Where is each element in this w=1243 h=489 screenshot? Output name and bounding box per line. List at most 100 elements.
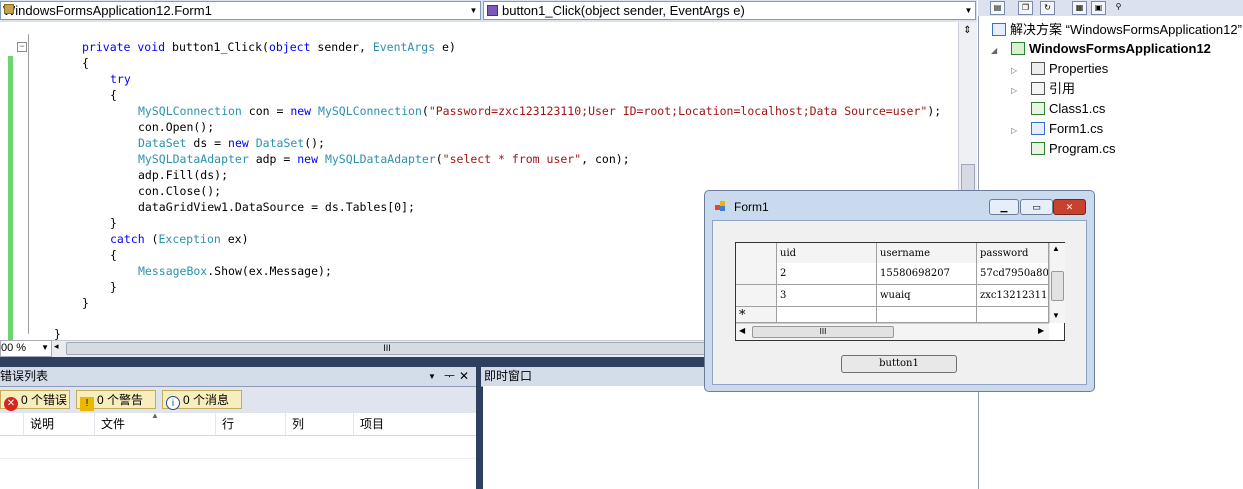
grid-cell[interactable]: 15580698207 bbox=[877, 263, 977, 285]
code-text: adp = bbox=[248, 152, 298, 166]
new-row-marker[interactable]: * bbox=[736, 307, 777, 323]
scroll-left-icon[interactable]: ◀ bbox=[739, 326, 745, 335]
collapse-icon[interactable]: − bbox=[17, 42, 27, 52]
code-text: button1_Click( bbox=[165, 40, 269, 54]
show-all-files-icon[interactable]: ❐ bbox=[1018, 1, 1033, 15]
zoom-combo[interactable]: 00 % ▼ bbox=[0, 340, 52, 357]
close-button[interactable]: ✕ bbox=[1053, 199, 1086, 215]
grid-column-header[interactable]: password bbox=[977, 243, 1049, 265]
class-diagram-icon[interactable]: ⚲ bbox=[1112, 1, 1125, 13]
split-icon[interactable]: ⇕ bbox=[961, 24, 974, 38]
scroll-down-icon[interactable]: ▼ bbox=[1052, 311, 1060, 320]
references-icon bbox=[1031, 82, 1045, 95]
grid-cell[interactable]: 57cd7950a80c bbox=[977, 263, 1049, 285]
expanded-triangle-icon[interactable]: ◢ bbox=[991, 46, 997, 55]
column-header[interactable]: 项目 bbox=[354, 413, 476, 435]
member-combo[interactable]: button1_Click(object sender, EventArgs e… bbox=[483, 1, 976, 20]
code-text: ( bbox=[421, 104, 429, 118]
code-line: { bbox=[82, 56, 89, 70]
chevron-down-icon[interactable]: ▼ bbox=[428, 367, 436, 386]
solution-label: 解决方案 “WindowsFormsApplication12” bbox=[1010, 22, 1242, 37]
column-header[interactable]: 列 bbox=[286, 413, 354, 435]
type-name: MySQLDataAdapter bbox=[138, 152, 249, 166]
column-header[interactable]: 说明 bbox=[24, 413, 95, 435]
type-name: EventArgs bbox=[372, 40, 436, 54]
csharp-file-icon bbox=[1031, 142, 1045, 155]
code-line: } bbox=[110, 216, 117, 230]
solution-item[interactable]: Class1.cs bbox=[1031, 99, 1105, 119]
chevron-down-icon[interactable]: ▼ bbox=[41, 341, 49, 355]
refresh-icon[interactable]: ↻ bbox=[1040, 1, 1055, 15]
chevron-down-icon[interactable]: ▼ bbox=[962, 2, 975, 19]
class-combo[interactable]: WindowsFormsApplication12.Form1 ▼ bbox=[0, 1, 481, 20]
project-node[interactable]: WindowsFormsApplication12 bbox=[1011, 39, 1211, 59]
solution-item[interactable]: 引用 bbox=[1031, 79, 1075, 99]
scroll-thumb[interactable] bbox=[1051, 271, 1064, 301]
grid-cell[interactable] bbox=[977, 307, 1049, 323]
divider bbox=[0, 435, 476, 436]
scroll-thumb[interactable]: III bbox=[752, 326, 894, 338]
maximize-button[interactable]: ▭ bbox=[1020, 199, 1053, 215]
info-icon: i bbox=[166, 396, 180, 410]
keyword: new bbox=[297, 152, 319, 166]
minimize-button[interactable]: ▁ bbox=[989, 199, 1019, 215]
member-combo-value: button1_Click(object sender, EventArgs e… bbox=[502, 3, 745, 18]
close-icon[interactable]: ✕ bbox=[459, 367, 469, 386]
string-literal: "Password=zxc123123110;User ID=root;Loca… bbox=[428, 104, 928, 118]
error-list-title-bar: 错误列表 ▼ ᅮ ✕ bbox=[0, 367, 476, 387]
collapsed-triangle-icon[interactable]: ▷ bbox=[1011, 66, 1017, 75]
grid-cell[interactable]: wuaiq bbox=[877, 285, 977, 307]
column-header-icon[interactable] bbox=[0, 413, 24, 435]
class-icon bbox=[4, 4, 14, 14]
grid-horizontal-scrollbar[interactable]: ◀ III ▶ bbox=[736, 323, 1049, 340]
messages-filter-button[interactable]: i0 个消息 bbox=[162, 390, 242, 410]
solution-item[interactable]: Form1.cs bbox=[1031, 119, 1103, 139]
keyword: object bbox=[268, 40, 311, 54]
type-name: MySQLConnection bbox=[311, 104, 422, 118]
grid-column-header[interactable]: uid bbox=[777, 243, 877, 265]
code-line: catch (Exception ex) bbox=[110, 231, 249, 247]
grid-cell[interactable]: zxc13212311 bbox=[977, 285, 1049, 307]
scroll-up-icon[interactable]: ▲ bbox=[1052, 244, 1060, 253]
row-header[interactable] bbox=[736, 263, 777, 285]
code-line: MySQLConnection con = new MySQLConnectio… bbox=[138, 103, 941, 119]
pin-icon[interactable]: ᅮ bbox=[444, 367, 455, 386]
solution-node[interactable]: 解决方案 “WindowsFormsApplication12” bbox=[992, 20, 1242, 40]
row-header[interactable] bbox=[736, 285, 777, 307]
code-line: try bbox=[110, 72, 131, 86]
warnings-filter-button[interactable]: ! 0 个警告 bbox=[76, 390, 156, 411]
grid-column-header[interactable]: username bbox=[877, 243, 977, 265]
code-line: private void button1_Click(object sender… bbox=[82, 39, 456, 55]
code-text: ( bbox=[144, 232, 159, 246]
collapsed-triangle-icon[interactable]: ▷ bbox=[1011, 86, 1017, 95]
view-designer-icon[interactable]: ▣ bbox=[1091, 1, 1106, 15]
keyword: new bbox=[290, 104, 312, 118]
grid-vertical-scrollbar[interactable]: ▲ ▼ bbox=[1049, 243, 1065, 323]
column-header[interactable]: 行 bbox=[216, 413, 286, 435]
grid-cell[interactable] bbox=[877, 307, 977, 323]
immediate-window[interactable] bbox=[483, 386, 977, 489]
view-code-icon[interactable]: ▦ bbox=[1072, 1, 1087, 15]
scroll-left-icon[interactable]: ◂ bbox=[54, 341, 59, 352]
collapsed-triangle-icon[interactable]: ▷ bbox=[1011, 126, 1017, 135]
scroll-right-icon[interactable]: ▶ bbox=[1038, 326, 1044, 335]
code-text: con = bbox=[241, 104, 291, 118]
row-header-corner bbox=[736, 243, 777, 265]
code-line: { bbox=[110, 88, 117, 102]
button1[interactable]: button1 bbox=[841, 355, 957, 373]
chevron-down-icon[interactable]: ▼ bbox=[467, 2, 480, 19]
change-marker bbox=[8, 56, 13, 340]
code-line: con.Open(); bbox=[138, 120, 215, 134]
grid-cell[interactable] bbox=[777, 307, 877, 323]
grid-cell[interactable]: 3 bbox=[777, 285, 877, 307]
scroll-thumb[interactable]: III bbox=[66, 342, 708, 355]
grid-cell[interactable]: 2 bbox=[777, 263, 877, 285]
errors-filter-button[interactable]: ✕ 0 个错误 bbox=[0, 390, 70, 411]
code-text: ); bbox=[927, 104, 942, 118]
csharp-project-icon bbox=[1011, 42, 1025, 55]
solution-item[interactable]: Program.cs bbox=[1031, 139, 1115, 159]
project-label: WindowsFormsApplication12 bbox=[1029, 41, 1211, 56]
properties-icon[interactable]: ▤ bbox=[990, 1, 1005, 15]
type-name: MessageBox bbox=[138, 264, 208, 278]
solution-item[interactable]: Properties bbox=[1031, 59, 1108, 79]
